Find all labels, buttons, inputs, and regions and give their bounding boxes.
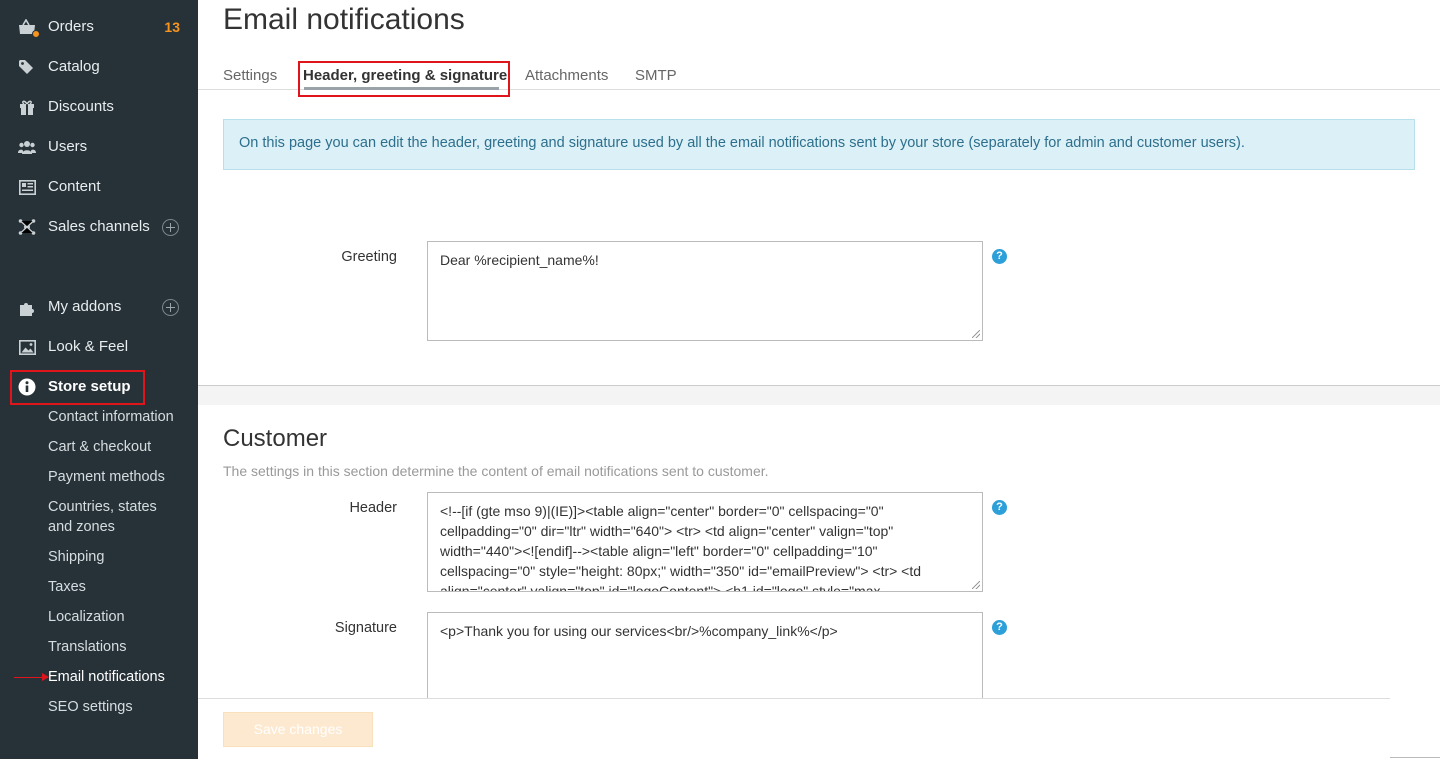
save-changes-button[interactable]: Save changes [223, 712, 373, 747]
notification-dot [32, 30, 40, 38]
sidebar-item-users[interactable]: Users [0, 132, 198, 162]
corner-divider [1390, 757, 1440, 758]
image-icon [18, 338, 36, 356]
sidebar-subitem-cart-checkout[interactable]: Cart & checkout [48, 437, 151, 457]
sidebar-item-label: Sales channels [48, 218, 150, 235]
signature-label: Signature [334, 620, 397, 636]
tab-settings[interactable]: Settings [223, 67, 277, 84]
sidebar-item-label: Look & Feel [48, 338, 129, 355]
footer-bar [198, 699, 1440, 759]
store-setup-highlight [10, 370, 145, 405]
sidebar-item-label: My addons [48, 298, 122, 315]
sidebar-item-label: Catalog [48, 58, 100, 75]
sidebar-item-look-and-feel[interactable]: Look & Feel [0, 332, 198, 362]
sidebar-subitem-seo-settings[interactable]: SEO settings [48, 697, 133, 717]
content-icon [18, 178, 36, 196]
tab-attachments[interactable]: Attachments [525, 67, 608, 84]
sidebar-item-label: Users [48, 138, 88, 155]
add-sales-channel-icon[interactable] [162, 219, 179, 236]
sidebar-subitem-email-notifications[interactable]: Email notifications [48, 667, 165, 687]
header-field[interactable]: <!--[if (gte mso 9)|(IE)]><table align="… [427, 492, 983, 592]
customer-section-title: Customer [223, 425, 328, 452]
tab-smtp[interactable]: SMTP [635, 67, 677, 84]
sidebar-subitem-translations[interactable]: Translations [48, 637, 126, 657]
info-notice: On this page you can edit the header, gr… [223, 119, 1415, 170]
customer-section-description: The settings in this section determine t… [223, 463, 769, 479]
network-icon [18, 218, 36, 236]
sidebar-item-sales-channels[interactable]: Sales channels [0, 212, 198, 242]
sidebar-subitem-and-zones[interactable]: and zones [48, 517, 115, 537]
greeting-label: Greeting [341, 249, 397, 265]
greeting-help-icon[interactable]: ? [992, 249, 1007, 264]
puzzle-icon [18, 298, 36, 316]
add-addon-icon[interactable] [162, 299, 179, 316]
sidebar-item-my-addons[interactable]: My addons [0, 292, 198, 322]
sidebar-item-label: Content [48, 178, 101, 195]
header-label: Header [349, 500, 397, 516]
sidebar-subitem-taxes[interactable]: Taxes [48, 577, 86, 597]
greeting-field[interactable]: Dear %recipient_name%! [427, 241, 983, 341]
signature-help-icon[interactable]: ? [992, 620, 1007, 635]
footer-divider [198, 698, 1390, 699]
orders-count-badge: 13 [164, 19, 180, 35]
sidebar-subitem-payment-methods[interactable]: Payment methods [48, 467, 165, 487]
sidebar-subitem-contact-information[interactable]: Contact information [48, 407, 174, 427]
signature-field[interactable]: <p>Thank you for using our services<br/>… [427, 612, 983, 712]
section-divider [198, 385, 1440, 405]
pointer-arrow-icon [14, 673, 49, 681]
gift-icon [18, 98, 36, 116]
sidebar: Orders 13 Catalog Discounts Users Conten… [0, 0, 198, 759]
sidebar-subitem-countries-states[interactable]: Countries, states [48, 497, 157, 517]
tag-icon [18, 58, 36, 76]
sidebar-item-catalog[interactable]: Catalog [0, 52, 198, 82]
header-help-icon[interactable]: ? [992, 500, 1007, 515]
sidebar-item-label: Orders [48, 18, 94, 35]
sidebar-item-orders[interactable]: Orders 13 [0, 12, 198, 42]
sidebar-item-label: Discounts [48, 98, 114, 115]
sidebar-subitem-localization[interactable]: Localization [48, 607, 125, 627]
page-title: Email notifications [223, 3, 465, 36]
sidebar-item-discounts[interactable]: Discounts [0, 92, 198, 122]
sidebar-subitem-shipping[interactable]: Shipping [48, 547, 104, 567]
active-tab-highlight [298, 61, 510, 97]
sidebar-item-content[interactable]: Content [0, 172, 198, 202]
users-icon [18, 138, 36, 156]
